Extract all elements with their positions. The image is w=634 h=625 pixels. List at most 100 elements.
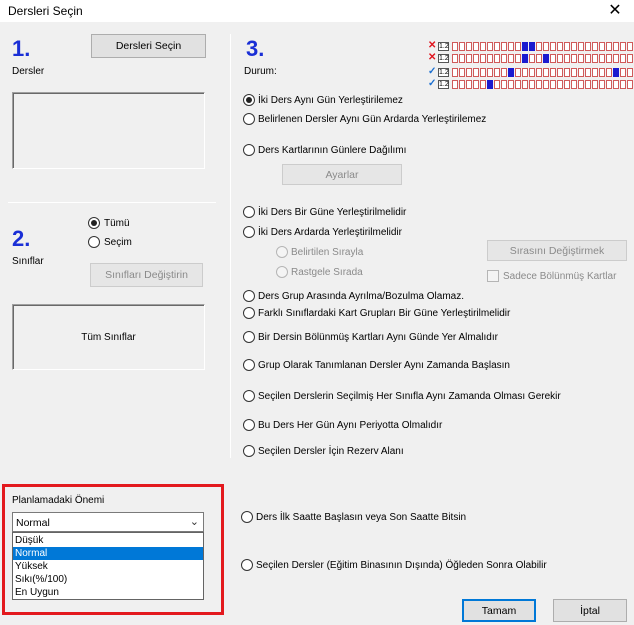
radio-all-classes[interactable] — [88, 217, 100, 229]
courses-list-box[interactable] — [12, 92, 205, 169]
status-code: 1.2 — [438, 54, 449, 63]
status-cell — [508, 80, 514, 89]
status-cell — [564, 68, 570, 77]
status-row: ✕ 1.2 — [428, 40, 633, 51]
chevron-down-icon[interactable]: ⌄ — [190, 515, 199, 528]
constraint-c3: Ders Kartlarının Günlere Dağılımı — [258, 145, 407, 156]
constraint-c9: Grup Olarak Tanımlanan Dersler Aynı Zama… — [258, 360, 510, 371]
status-cell — [613, 54, 619, 63]
radio-c11[interactable] — [243, 419, 255, 431]
radio-c14[interactable] — [241, 559, 253, 571]
change-order-button[interactable]: Sırasını Değiştirmek — [487, 240, 627, 261]
radio-c9[interactable] — [243, 359, 255, 371]
constraint-c5b: Rastgele Sırada — [291, 267, 363, 278]
status-row: ✓ 1.2 — [428, 78, 633, 89]
importance-option[interactable]: En Uygun — [13, 586, 203, 599]
status-cell — [508, 68, 514, 77]
status-cell — [459, 42, 465, 51]
status-cell — [585, 80, 591, 89]
ok-button[interactable]: Tamam — [462, 599, 536, 622]
status-cell — [466, 54, 472, 63]
status-cell — [592, 80, 598, 89]
status-cell — [480, 54, 486, 63]
radio-c13[interactable] — [241, 511, 253, 523]
status-cell — [627, 54, 633, 63]
select-courses-button[interactable]: Dersleri Seçin — [91, 34, 206, 58]
classes-box[interactable]: Tüm Sınıflar — [12, 304, 205, 370]
importance-option[interactable]: Normal — [13, 547, 203, 560]
radio-c5a[interactable] — [276, 246, 288, 258]
status-cell — [522, 80, 528, 89]
radio-selected-classes[interactable] — [88, 236, 100, 248]
constraint-c14: Seçilen Dersler (Eğitim Binasının Dışınd… — [256, 560, 547, 571]
status-cell — [606, 42, 612, 51]
window-title: Dersleri Seçin — [8, 4, 83, 18]
importance-label: Planlamadaki Önemi — [12, 495, 105, 506]
status-cell — [536, 54, 542, 63]
status-cell — [452, 42, 458, 51]
radio-c3[interactable] — [243, 144, 255, 156]
status-cell — [599, 80, 605, 89]
status-cell — [543, 68, 549, 77]
settings-button[interactable]: Ayarlar — [282, 164, 402, 185]
importance-option[interactable]: Sıkı(%/100) — [13, 573, 203, 586]
radio-c12[interactable] — [243, 445, 255, 457]
only-split-cards-checkbox[interactable] — [487, 270, 499, 282]
status-cell — [606, 54, 612, 63]
status-cell — [557, 80, 563, 89]
constraint-c1: İki Ders Aynı Gün Yerleştirilemez — [258, 95, 403, 106]
status-cell — [564, 42, 570, 51]
status-cell — [459, 68, 465, 77]
status-cell — [515, 68, 521, 77]
status-cell — [536, 68, 542, 77]
cancel-button[interactable]: İptal — [553, 599, 627, 622]
status-cell — [508, 54, 514, 63]
step-1-number: 1. — [12, 36, 31, 61]
radio-c5[interactable] — [243, 226, 255, 238]
status-cell — [578, 54, 584, 63]
radio-c5b[interactable] — [276, 266, 288, 278]
status-cell — [557, 42, 563, 51]
close-icon[interactable]: ✕ — [604, 1, 626, 21]
status-cell — [543, 54, 549, 63]
status-cell — [592, 42, 598, 51]
status-cell — [571, 80, 577, 89]
constraint-c2: Belirlenen Dersler Aynı Gün Ardarda Yerl… — [258, 114, 487, 125]
status-cell — [578, 80, 584, 89]
status-cell — [592, 54, 598, 63]
radio-all-label: Tümü — [104, 218, 130, 229]
radio-c8[interactable] — [243, 331, 255, 343]
importance-option[interactable]: Düşük — [13, 534, 203, 547]
importance-select[interactable]: Normal ⌄ — [12, 512, 204, 532]
status-cell — [613, 42, 619, 51]
status-cell — [550, 80, 556, 89]
status-cell — [529, 80, 535, 89]
change-classes-button[interactable]: Sınıfları Değiştirin — [90, 263, 203, 287]
status-cell — [620, 68, 626, 77]
radio-c4[interactable] — [243, 206, 255, 218]
status-cell — [627, 42, 633, 51]
status-cell — [550, 54, 556, 63]
radio-c2[interactable] — [243, 113, 255, 125]
status-cell — [480, 80, 486, 89]
constraint-c12: Seçilen Dersler İçin Rezerv Alanı — [258, 446, 404, 457]
status-cell — [515, 80, 521, 89]
radio-c6[interactable] — [243, 290, 255, 302]
classes-label: Sınıflar — [12, 256, 44, 267]
status-cell — [515, 54, 521, 63]
status-cell — [599, 54, 605, 63]
status-cell — [564, 80, 570, 89]
status-cell — [466, 42, 472, 51]
all-classes-text: Tüm Sınıflar — [81, 331, 136, 343]
status-cell — [487, 42, 493, 51]
importance-option[interactable]: Yüksek — [13, 560, 203, 573]
status-cell — [522, 68, 528, 77]
radio-c1[interactable] — [243, 94, 255, 106]
constraint-c11: Bu Ders Her Gün Aynı Periyotta Olmalıdır — [258, 420, 443, 431]
status-cell — [501, 54, 507, 63]
check-icon: ✓ — [428, 78, 437, 89]
status-cell — [494, 80, 500, 89]
radio-c10[interactable] — [243, 390, 255, 402]
status-cell — [529, 54, 535, 63]
radio-c7[interactable] — [243, 307, 255, 319]
